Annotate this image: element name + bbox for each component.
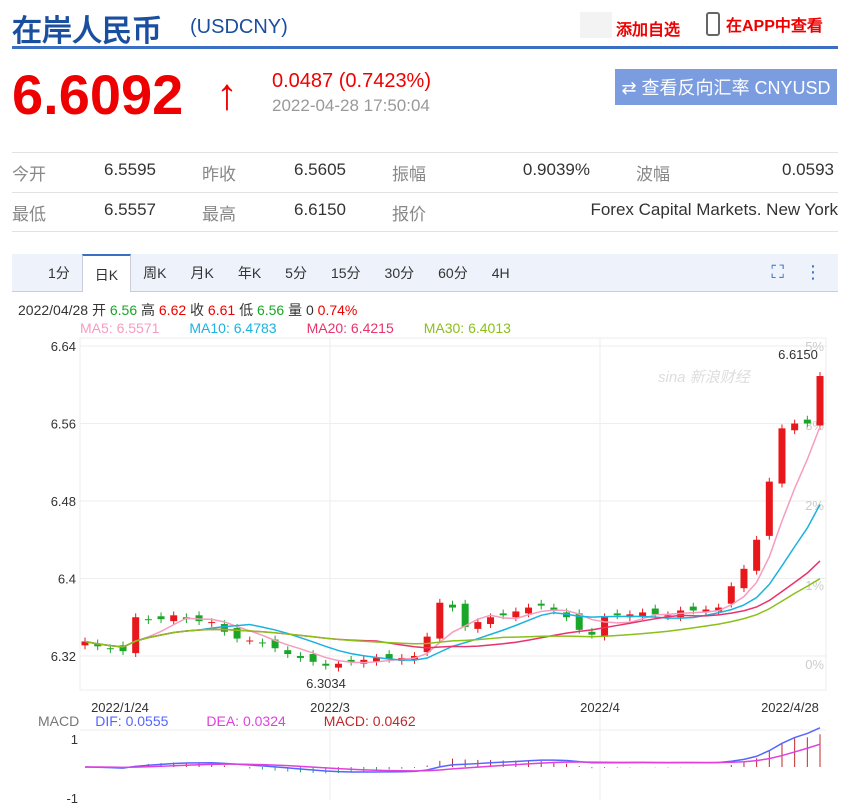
ma10-line (84, 504, 821, 661)
candle-body (753, 539, 761, 571)
candle-body (461, 603, 469, 627)
candle-body (613, 613, 621, 616)
macd-y-tick: 1 (71, 732, 78, 747)
ma5-line (84, 426, 821, 664)
candle-body (132, 617, 140, 654)
y-tick-label: 6.4 (58, 572, 76, 587)
candle-body (296, 656, 304, 658)
candle-body (740, 568, 748, 589)
candle-body (208, 622, 216, 624)
candle-body (423, 636, 431, 653)
pct-tick-label: 0% (805, 657, 824, 672)
y-tick-label: 6.48 (51, 494, 76, 509)
candle-body (651, 608, 659, 615)
candle-body (689, 606, 697, 611)
watermark: sina 新浪财经 (658, 369, 752, 386)
dea-label: DEA: 0.0324 (206, 713, 286, 729)
candle-body (487, 617, 495, 625)
candle-body (525, 607, 533, 614)
candle-body (791, 423, 799, 431)
candle-body (284, 650, 292, 655)
candle-body (778, 428, 786, 484)
x-tick-label: 2022/4 (580, 700, 620, 715)
candle-body (309, 654, 317, 662)
candle-body (803, 419, 811, 424)
plot-frame (79, 337, 827, 691)
y-tick-label: 6.56 (51, 417, 76, 432)
ma30-line (84, 578, 821, 648)
candle-body (765, 481, 773, 536)
candle-body (499, 613, 507, 616)
candle-body (474, 622, 482, 629)
candle-body (322, 663, 330, 666)
candle-body (449, 604, 456, 608)
candle-body (220, 624, 228, 632)
dif-label: DIF: 0.0555 (95, 713, 169, 729)
candle-body (157, 616, 165, 620)
candle-body (436, 602, 444, 639)
pct-tick-label: 2% (805, 498, 824, 513)
candle-body (727, 586, 735, 604)
candle-body (588, 631, 596, 635)
candle-body (170, 615, 178, 622)
kline-chart[interactable]: 6.646.566.486.46.325%3%2%1%0%2022/1/24 20… (0, 0, 866, 807)
candle-body (258, 642, 266, 644)
candle-body (537, 603, 545, 606)
x-tick-label: 2022/4/28 (761, 700, 819, 715)
macd-value-label: MACD: 0.0462 (323, 713, 416, 729)
candle-body (639, 612, 647, 617)
min-price-label: 6.3034 (306, 676, 346, 691)
macd-legend: MACD DIF: 0.0555 DEA: 0.0324 MACD: 0.046… (38, 713, 416, 729)
y-tick-label: 6.32 (51, 649, 76, 664)
candle-body (106, 648, 114, 650)
y-tick-label: 6.64 (51, 339, 76, 354)
candle-body (246, 640, 254, 642)
max-price-label: 6.6150 (778, 347, 818, 362)
macd-y-tick: -1 (66, 791, 78, 806)
candle-body (512, 611, 520, 618)
macd-title: MACD (38, 713, 80, 729)
candle-body (144, 619, 152, 621)
candle-body (334, 663, 342, 668)
candle-body (816, 376, 824, 426)
